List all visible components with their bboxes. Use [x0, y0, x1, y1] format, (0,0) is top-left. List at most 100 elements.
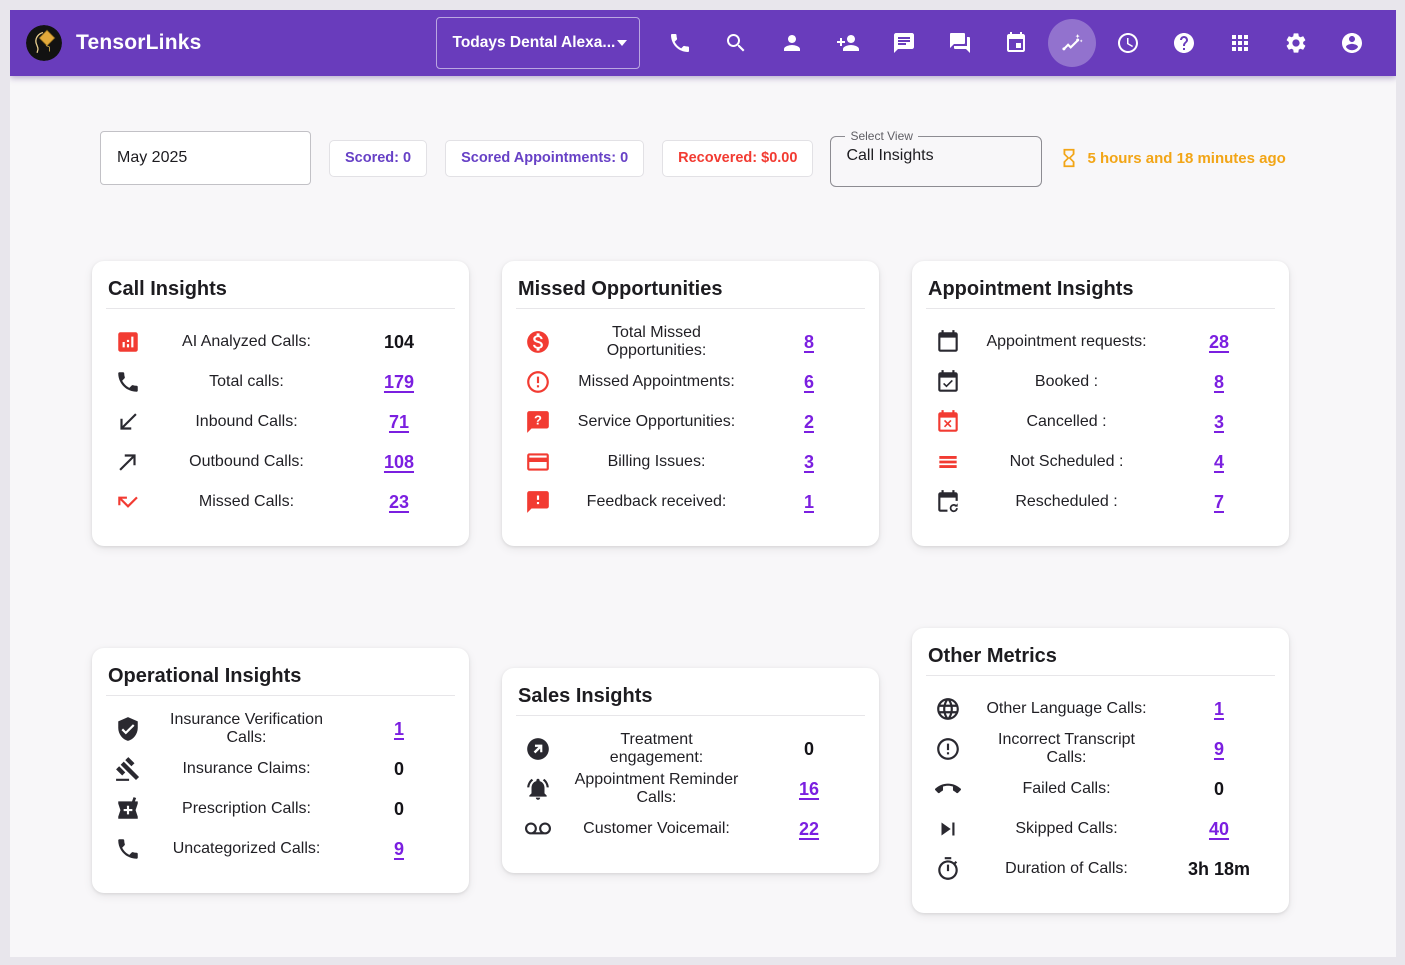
select-view-dropdown[interactable]: Select View Call Insights [830, 129, 1042, 187]
metric-row: Incorrect Transcript Calls: 9 [912, 729, 1289, 769]
metric-value-link[interactable]: 2 [739, 412, 879, 433]
metric-value-link[interactable]: 1 [1149, 699, 1289, 720]
contacts-button[interactable] [768, 19, 816, 67]
call-missed-icon [115, 489, 141, 515]
metric-row: Failed Calls: 0 [912, 769, 1289, 809]
clock-icon [1116, 31, 1140, 55]
gavel-icon [115, 756, 141, 782]
credit-card-icon [525, 449, 551, 475]
metric-value-link[interactable]: 8 [739, 332, 879, 353]
metric-value-link[interactable]: 4 [1149, 452, 1289, 473]
metric-value: 0 [1149, 779, 1289, 800]
settings-button[interactable] [1272, 19, 1320, 67]
metric-label: Insurance Claims: [164, 760, 329, 778]
metric-value-link[interactable]: 16 [739, 779, 879, 800]
operational-insights-card: Operational Insights Insurance Verificat… [92, 648, 469, 893]
insights-button-active[interactable] [1048, 19, 1096, 67]
card-title: Call Insights [92, 261, 469, 308]
metric-row: Skipped Calls: 40 [912, 809, 1289, 849]
phone-icon [115, 369, 141, 395]
scored-appointments-badge: Scored Appointments: 0 [445, 140, 644, 177]
metric-label: Customer Voicemail: [574, 820, 739, 838]
calendar-icon [935, 329, 961, 355]
select-view-value: Call Insights [841, 143, 1041, 165]
metric-value-link[interactable]: 40 [1149, 819, 1289, 840]
tensorlinks-logo-icon [26, 25, 62, 61]
phone-nav-button[interactable] [656, 19, 704, 67]
account-button[interactable] [1328, 19, 1376, 67]
metric-label: AI Analyzed Calls: [164, 333, 329, 351]
other-metrics-card: Other Metrics Other Language Calls: 1 In… [912, 628, 1289, 913]
metric-label: Appointment requests: [984, 333, 1149, 351]
metric-row: Appointment requests: 28 [912, 322, 1289, 362]
metric-row: AI Analyzed Calls: 104 [92, 322, 469, 362]
metric-value: 0 [329, 759, 469, 780]
metric-label: Incorrect Transcript Calls: [984, 731, 1149, 767]
metric-label: Treatment engagement: [574, 731, 739, 767]
clinic-dropdown[interactable]: Todays Dental Alexa... [436, 17, 640, 69]
metric-label: Missed Calls: [164, 493, 329, 511]
metric-label: Uncategorized Calls: [164, 840, 329, 858]
metric-label: Failed Calls: [984, 780, 1149, 798]
metric-row: Prescription Calls: 0 [92, 789, 469, 829]
help-button[interactable] [1160, 19, 1208, 67]
call-insights-card: Call Insights AI Analyzed Calls: 104 Tot… [92, 261, 469, 546]
metric-label: Rescheduled : [984, 493, 1149, 511]
metric-value-link[interactable]: 108 [329, 452, 469, 473]
metric-row: Cancelled : 3 [912, 402, 1289, 442]
insights-icon [1060, 31, 1084, 55]
phone-icon [668, 31, 692, 55]
calendar-button[interactable] [992, 19, 1040, 67]
metric-value: 3h 18m [1149, 859, 1289, 880]
metric-value-link[interactable]: 23 [329, 492, 469, 513]
search-button[interactable] [712, 19, 760, 67]
metric-value-link[interactable]: 8 [1149, 372, 1289, 393]
metric-row: Outbound Calls: 108 [92, 442, 469, 482]
metric-value-link[interactable]: 1 [739, 492, 879, 513]
metric-value-link[interactable]: 3 [739, 452, 879, 473]
metric-value-link[interactable]: 1 [329, 719, 469, 740]
metric-label: Service Opportunities: [574, 413, 739, 431]
metric-value-link[interactable]: 9 [1149, 739, 1289, 760]
cards-row-1: Call Insights AI Analyzed Calls: 104 Tot… [92, 261, 1396, 546]
app-title: TensorLinks [76, 31, 202, 55]
sales-insights-card: Sales Insights Treatment engagement: 0 A… [502, 668, 879, 873]
metric-label: Duration of Calls: [984, 860, 1149, 878]
metric-value-link[interactable]: 28 [1149, 332, 1289, 353]
metric-value-link[interactable]: 179 [329, 372, 469, 393]
metric-row: Rescheduled : 7 [912, 482, 1289, 522]
select-view-label: Select View [845, 129, 917, 143]
metric-value-link[interactable]: 6 [739, 372, 879, 393]
metric-label: Billing Issues: [574, 453, 739, 471]
card-title: Other Metrics [912, 628, 1289, 675]
metric-row: Treatment engagement: 0 [502, 729, 879, 769]
metric-row: Service Opportunities: 2 [502, 402, 879, 442]
metric-value: 104 [329, 332, 469, 353]
pharmacy-icon [115, 796, 141, 822]
metric-label: Missed Appointments: [574, 373, 739, 391]
question-bubble-icon [525, 409, 551, 435]
metric-value-link[interactable]: 7 [1149, 492, 1289, 513]
voicemail-icon [525, 816, 551, 842]
add-contact-button[interactable] [824, 19, 872, 67]
call-received-icon [115, 409, 141, 435]
appbar-actions [652, 19, 1380, 67]
month-input[interactable] [100, 131, 311, 185]
card-title: Appointment Insights [912, 261, 1289, 308]
account-icon [1340, 31, 1364, 55]
monetization-icon [525, 329, 551, 355]
card-title: Missed Opportunities [502, 261, 879, 308]
phone-icon [115, 836, 141, 862]
apps-button[interactable] [1216, 19, 1264, 67]
conversations-button[interactable] [936, 19, 984, 67]
error-outline-icon [525, 369, 551, 395]
metric-value: 0 [739, 739, 879, 760]
messages-button[interactable] [880, 19, 928, 67]
history-button[interactable] [1104, 19, 1152, 67]
metric-value-link[interactable]: 9 [329, 839, 469, 860]
timer-icon [935, 856, 961, 882]
metric-value-link[interactable]: 22 [739, 819, 879, 840]
metric-value-link[interactable]: 71 [329, 412, 469, 433]
metric-value-link[interactable]: 3 [1149, 412, 1289, 433]
metric-row: Billing Issues: 3 [502, 442, 879, 482]
